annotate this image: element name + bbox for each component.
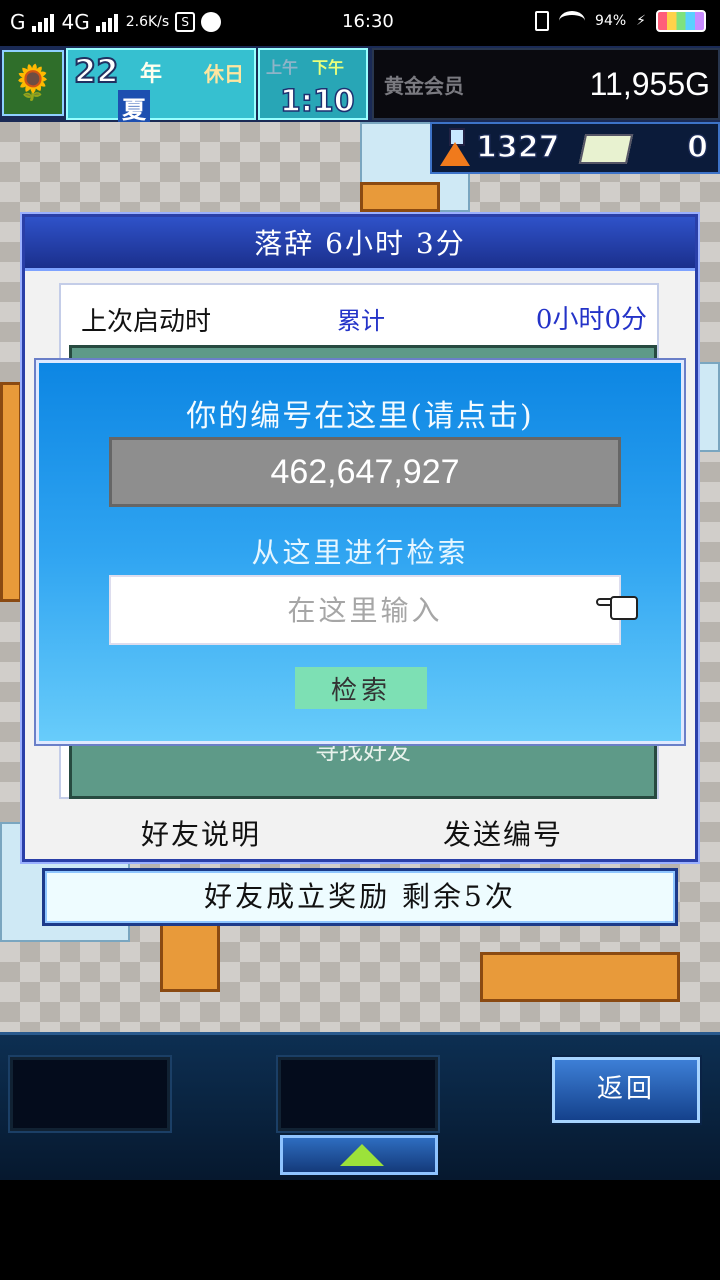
top-hud: 🌻 22 年 休日 夏 上午 下午 1:10 黄金会员 11,955G [0,46,720,125]
arrow-up-icon [340,1144,384,1166]
total-time-value: 0小时0分 [535,305,647,335]
network-speed: 2.6K/s [125,14,170,30]
app-root: G 4G 2.6K/s S 16:30 94% ⚡ 🌻 22 年 休日 夏 上午… [0,0,720,1280]
gold-amount: 11,955G [589,66,710,102]
player-id-button[interactable]: 462,647,927 [109,437,621,507]
bottom-bar: 返回 [0,1032,720,1180]
battery-percent: 94% [595,13,627,29]
ticket-count: 0 [686,129,708,166]
pm-label: 下午 [312,58,345,77]
network-label: 4G [61,10,90,34]
game-time: 1:10 [279,83,355,120]
gold-member-label: 黄金会员 [384,74,464,98]
friend-id-popup: 你的编号在这里(请点击) 462,647,927 从这里进行检索 检索 [36,360,684,744]
sunflower-icon[interactable]: 🌻 [2,50,64,116]
back-button[interactable]: 返回 [552,1057,700,1123]
holiday-label: 休日 [204,62,244,86]
wifi-icon [559,11,586,31]
world-stairs [360,182,440,212]
total-label: 累计 [337,307,385,335]
season-label: 夏 [118,90,150,125]
status-time: 16:30 [342,11,394,32]
nav-area [0,1180,720,1280]
clock-panel: 上午 下午 1:10 [258,48,368,120]
flask-icon [438,128,472,168]
menu-slot-2[interactable] [278,1057,438,1131]
charging-icon: ⚡ [636,13,646,29]
date-panel: 22 年 休日 夏 [66,48,256,125]
signal-icon [31,12,56,32]
vibrate-icon [535,11,550,31]
status-bar: G 4G 2.6K/s S 16:30 94% ⚡ [0,0,720,46]
carrier-label: G [10,10,26,34]
search-label: 从这里进行检索 [251,536,469,569]
status-right: 94% ⚡ [535,10,706,32]
dialog-title: 落辞 6小时 3分 [25,217,695,271]
search-button[interactable]: 检索 [295,667,427,709]
gold-panel: 黄金会员 11,955G [372,48,720,120]
year-number: 22 [73,51,120,91]
popup-title: 你的编号在这里(请点击) [186,399,534,434]
app-s-icon: S [175,12,196,32]
battery-icon [656,10,706,32]
research-points: 1327 [475,129,560,166]
signal-icon-2 [95,12,120,32]
reward-bar: 好友成立奖励 剩余5次 [42,868,678,926]
last-launch-label: 上次启动时 [81,307,212,337]
world-counter [480,952,680,1002]
status-left: G 4G 2.6K/s S [10,10,222,34]
am-label: 上午 [266,58,299,77]
pointing-hand-icon [596,592,646,622]
resource-panel: 1327 0 [430,122,720,174]
hand-palm [610,596,638,620]
year-label: 年 [140,62,163,87]
menu-slot-1[interactable] [10,1057,170,1131]
search-input[interactable] [111,577,619,643]
expand-menu-button[interactable] [280,1135,438,1175]
world-block [0,382,22,602]
ticket-icon [578,134,634,164]
search-field[interactable] [109,575,621,645]
browser-icon [201,12,222,32]
send-id-link[interactable]: 发送编号 [443,813,563,853]
friend-help-link[interactable]: 好友说明 [141,813,261,853]
